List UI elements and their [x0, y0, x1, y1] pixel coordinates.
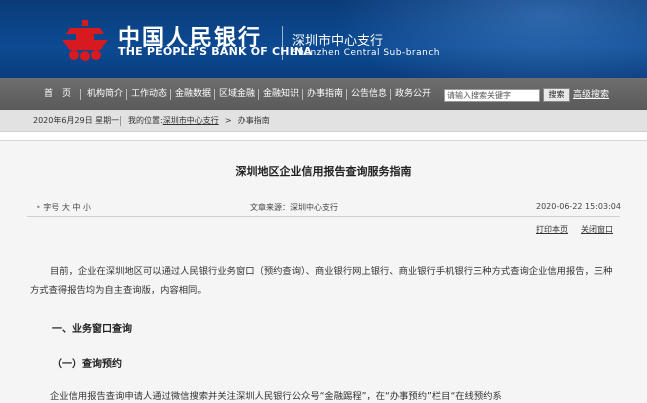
nav-item-financial-data[interactable]: 金融数据 [175, 78, 211, 110]
search-input[interactable] [444, 89, 540, 102]
nav-item-financial-knowledge[interactable]: 金融知识 [263, 78, 299, 110]
header-divider [282, 26, 283, 60]
article-title: 深圳地区企业信用报告查询服务指南 [235, 165, 412, 178]
close-window-link[interactable]: 关闭窗口 [581, 224, 613, 235]
nav-divider [258, 89, 259, 100]
font-size-small[interactable]: 小 [83, 203, 91, 212]
breadcrumb-home-link[interactable]: 深圳市中心支行 [163, 116, 219, 125]
font-size-controls: • 字号 大 中 小 [36, 202, 91, 213]
print-page-link[interactable]: 打印本页 [536, 224, 568, 235]
pboc-emblem-icon [62, 20, 108, 61]
font-size-large[interactable]: 大 [62, 203, 70, 212]
nav-item-service-guide[interactable]: 办事指南 [307, 78, 343, 110]
breadcrumb: 我的位置:深圳市中心支行 > 办事指南 [128, 110, 270, 132]
branch-name-en: Shenzhen Central Sub-branch [292, 48, 440, 58]
nav-divider [346, 89, 347, 100]
breadcrumb-current: 办事指南 [237, 116, 270, 125]
nav-divider [126, 89, 127, 100]
nav-item-announcements[interactable]: 公告信息 [351, 78, 387, 110]
subsection-heading: （一）查询预约 [52, 359, 122, 370]
nav-divider [80, 89, 81, 100]
breadcrumb-arrow-icon: > [224, 116, 232, 125]
site-header: 中国人民银行 THE PEOPLE'S BANK OF CHINA 深圳市中心支… [0, 0, 647, 78]
nav-item-home[interactable]: 首 页 [44, 78, 71, 110]
article-paragraph: 目前，企业在深圳地区可以通过人民银行业务窗口（预约查询）、商业银行网上银行、商业… [30, 266, 613, 296]
article-source: 文章来源：深圳中心支行 [250, 203, 338, 212]
section-heading: 一、业务窗口查询 [52, 324, 132, 335]
nav-divider [302, 89, 303, 100]
branch-name-cn: 深圳市中心支行 [292, 34, 384, 49]
current-date: 2020年6月29日 星期一 [33, 116, 120, 125]
bank-name-en: THE PEOPLE'S BANK OF CHINA [118, 45, 313, 58]
nav-divider [170, 89, 171, 100]
nav-item-news[interactable]: 工作动态 [131, 78, 167, 110]
nav-divider [214, 89, 215, 100]
meta-divider [27, 216, 620, 217]
nav-divider [390, 89, 391, 100]
nav-item-about[interactable]: 机构简介 [87, 78, 123, 110]
advanced-search-link[interactable]: 高级搜索 [573, 88, 609, 102]
bullet-icon: • [36, 203, 41, 212]
breadcrumb-divider [120, 116, 121, 126]
font-size-label: 字号 [43, 203, 60, 212]
nav-item-regional-finance[interactable]: 区域金融 [219, 78, 255, 110]
search-button[interactable]: 搜索 [543, 88, 570, 102]
breadcrumb-label: 我的位置: [128, 116, 163, 125]
nav-item-government-affairs[interactable]: 政务公开 [395, 78, 431, 110]
font-size-medium[interactable]: 中 [72, 203, 80, 212]
article-paragraph: 企业信用报告查询申请人通过微信搜索并关注深圳人民银行公众号“金融踢程”，在“办事… [50, 391, 502, 402]
article-datetime: 2020-06-22 15:03:04 [536, 202, 621, 211]
